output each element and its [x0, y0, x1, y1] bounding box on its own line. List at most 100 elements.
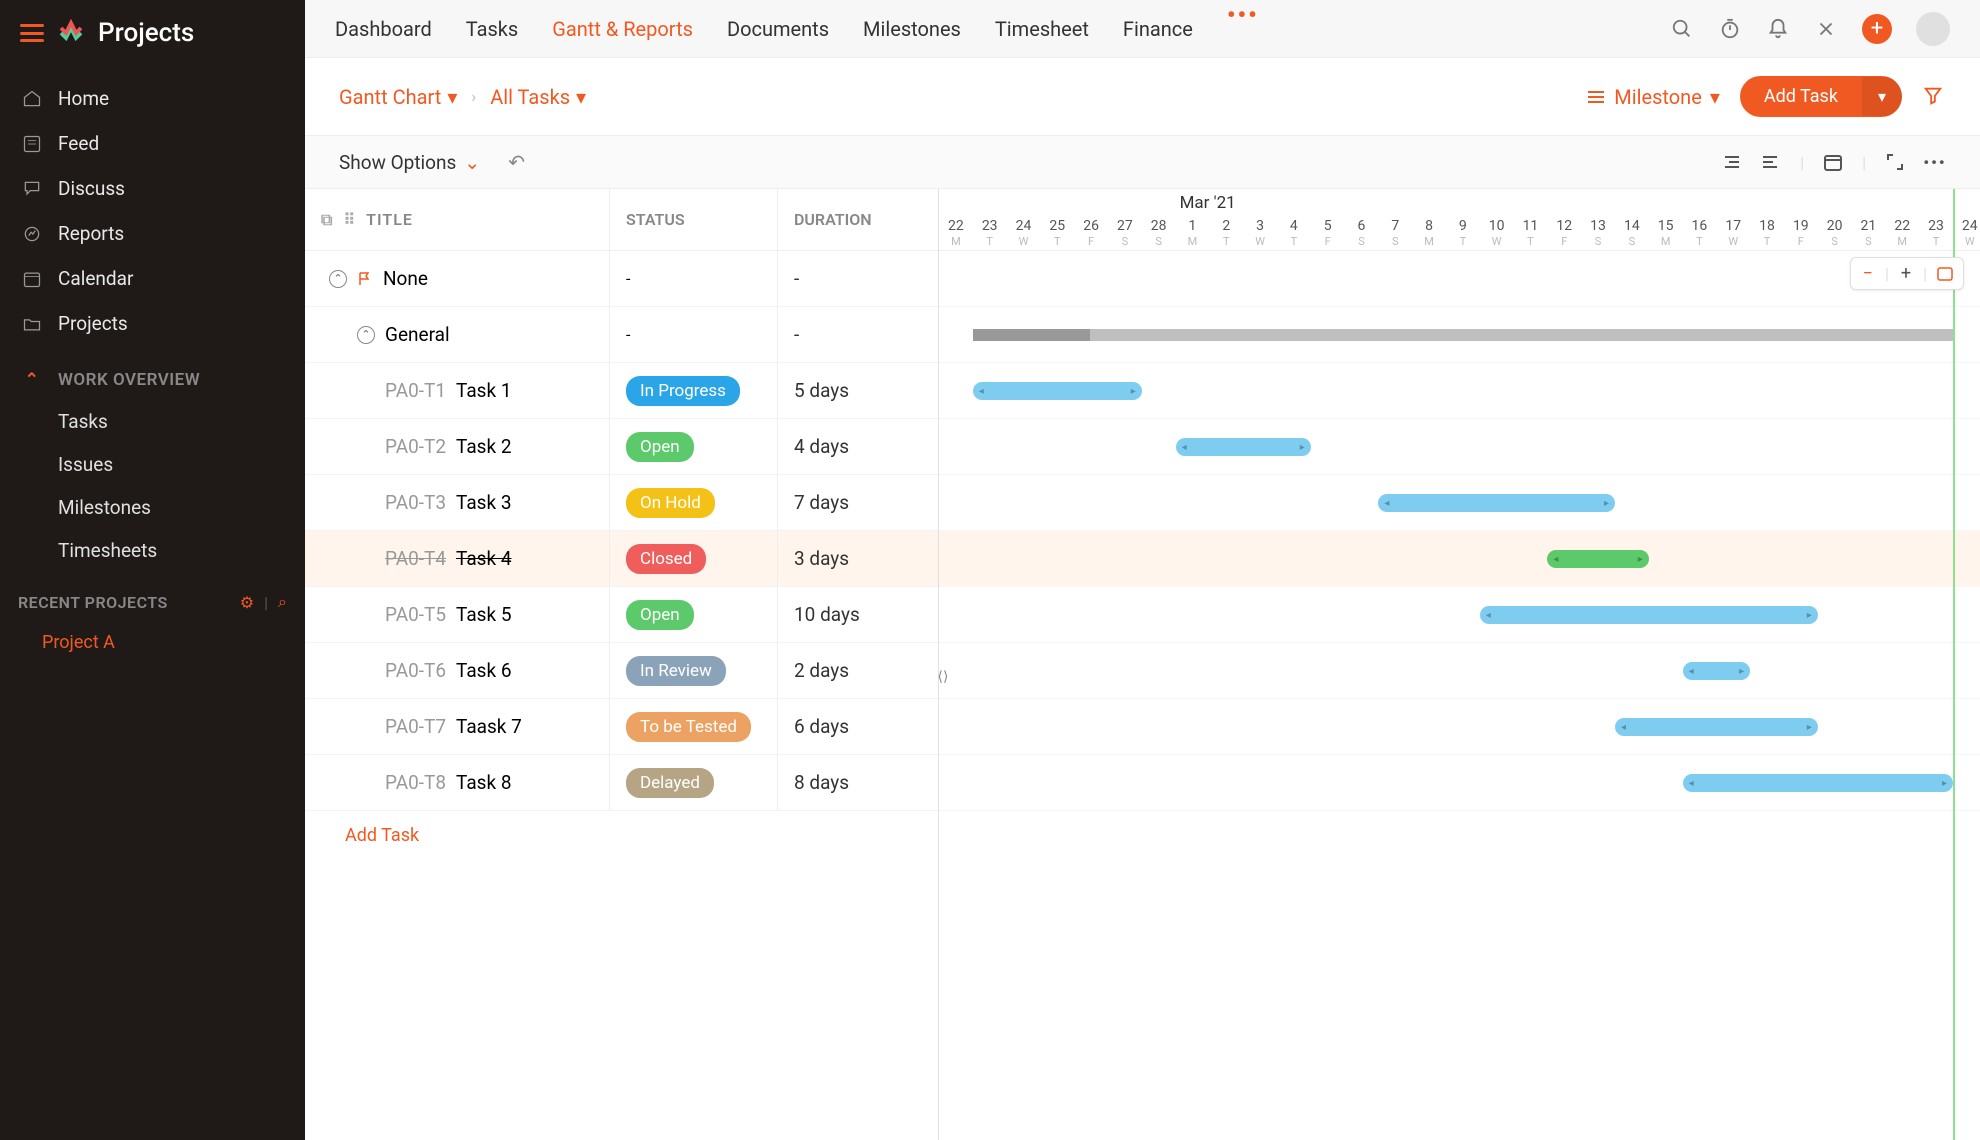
add-button[interactable]: +	[1862, 14, 1892, 44]
zoom-in-button[interactable]: +	[1889, 258, 1923, 289]
undo-icon[interactable]: ↶	[508, 150, 525, 174]
sidebar-item-home[interactable]: Home	[0, 76, 305, 121]
timeline-row: ◂▸	[939, 363, 1980, 419]
bar-handle-left[interactable]: ◂	[1486, 610, 1491, 621]
sidebar-item-feed[interactable]: Feed	[0, 121, 305, 166]
task-row[interactable]: PA0-T8 Task 8Delayed8 days	[305, 755, 938, 811]
bell-icon[interactable]	[1766, 17, 1790, 41]
tab-finance[interactable]: Finance	[1123, 1, 1193, 57]
bar-handle-left[interactable]: ◂	[1553, 554, 1558, 565]
caret-down-icon[interactable]: ▾	[1862, 77, 1902, 116]
logo-icon	[56, 18, 86, 48]
gantt-bar[interactable]: ◂▸	[1547, 550, 1648, 568]
add-task-link[interactable]: Add Task	[305, 811, 938, 860]
sidebar-item-projects[interactable]: Projects	[0, 301, 305, 346]
filter-icon[interactable]	[1922, 85, 1946, 109]
timer-icon[interactable]	[1718, 17, 1742, 41]
tab-gantt-reports[interactable]: Gantt & Reports	[552, 1, 693, 57]
search-icon[interactable]	[1670, 17, 1694, 41]
tab-milestones[interactable]: Milestones	[863, 1, 961, 57]
bar-handle-left[interactable]: ◂	[979, 386, 984, 397]
task-row[interactable]: PA0-T5 Task 5Open10 days	[305, 587, 938, 643]
task-row[interactable]: PA0-T6 Task 6In Review2 days	[305, 643, 938, 699]
sidebar-item-timesheets[interactable]: Timesheets	[0, 529, 305, 572]
tab-timesheet[interactable]: Timesheet	[995, 1, 1089, 57]
gantt-bar[interactable]: ◂▸	[1378, 494, 1615, 512]
indent-right-icon[interactable]	[1760, 151, 1782, 173]
zoom-out-button[interactable]: −	[1851, 258, 1885, 289]
hamburger-icon[interactable]	[20, 24, 44, 42]
sidebar: Projects HomeFeedDiscuss Reports Calendar P…	[0, 0, 305, 1140]
collapse-icon[interactable]: ⌃	[357, 326, 375, 344]
sidebar-item-issues[interactable]: Issues	[0, 443, 305, 486]
bar-handle-left[interactable]: ◂	[1689, 778, 1694, 789]
tabs-more[interactable]: •••	[1227, 1, 1259, 57]
timeline-body[interactable]: ◂▸◂▸◂▸◂▸◂▸◂▸◂▸◂▸	[939, 251, 1980, 811]
milestone-toggle[interactable]: Milestone ▾	[1586, 85, 1720, 109]
avatar[interactable]	[1916, 12, 1950, 46]
task-row[interactable]: PA0-T2 Task 2Open4 days	[305, 419, 938, 475]
sidebar-item-milestones[interactable]: Milestones	[0, 486, 305, 529]
sidebar-item-tasks[interactable]: Tasks	[0, 400, 305, 443]
bar-handle-right[interactable]: ▸	[1131, 386, 1136, 397]
recent-project-item[interactable]: Project A	[0, 622, 305, 663]
search-icon[interactable]: ⌕	[278, 592, 287, 612]
task-row[interactable]: PA0-T4 Task 4Closed3 days	[305, 531, 938, 587]
summary-bar[interactable]	[973, 329, 1953, 341]
bar-handle-right[interactable]: ▸	[1739, 666, 1744, 677]
status-badge: Open	[626, 600, 694, 630]
sidebar-item-discuss[interactable]: Discuss	[0, 166, 305, 211]
task-row[interactable]: PA0-T7 Taask 7To be Tested6 days	[305, 699, 938, 755]
gantt-bar[interactable]: ◂▸	[1683, 774, 1953, 792]
sidebar-nav: HomeFeedDiscuss Reports Calendar Projects	[0, 66, 305, 356]
calendar-icon	[22, 269, 42, 289]
bar-handle-left[interactable]: ◂	[1689, 666, 1694, 677]
fullscreen-icon[interactable]	[1884, 151, 1906, 173]
caret-down-icon: ▾	[1710, 85, 1720, 109]
bar-handle-left[interactable]: ◂	[1182, 442, 1187, 453]
more-icon[interactable]: •••	[1924, 151, 1946, 173]
day-cell: 14S	[1615, 215, 1649, 250]
tab-tasks[interactable]: Tasks	[466, 1, 519, 57]
tools-icon[interactable]	[1814, 17, 1838, 41]
show-options[interactable]: Show Options ⌄	[339, 151, 480, 174]
gantt-bar[interactable]: ◂▸	[1480, 606, 1818, 624]
bar-handle-right[interactable]: ▸	[1604, 498, 1609, 509]
gantt-bar[interactable]: ◂▸	[1176, 438, 1311, 456]
breadcrumb-all-tasks[interactable]: All Tasks ▾	[490, 85, 586, 109]
chevron-right-icon: ›	[471, 87, 476, 106]
gantt-bar[interactable]: ◂▸	[1615, 718, 1818, 736]
bar-handle-right[interactable]: ▸	[1942, 778, 1947, 789]
collapse-icon[interactable]: ⌃	[329, 270, 347, 288]
splitter-handle[interactable]: ⟨⟩	[935, 665, 951, 689]
gantt-bar[interactable]: ◂▸	[973, 382, 1142, 400]
settings-icon[interactable]: ⚙	[240, 593, 254, 612]
bar-handle-left[interactable]: ◂	[1384, 498, 1389, 509]
group-row-general[interactable]: ⌃ General - -	[305, 307, 938, 363]
group-row-none[interactable]: ⌃ None - -	[305, 251, 938, 307]
gantt-bar[interactable]: ◂▸	[1683, 662, 1751, 680]
sidebar-item-reports[interactable]: Reports	[0, 211, 305, 256]
bar-handle-right[interactable]: ▸	[1807, 722, 1812, 733]
tab-dashboard[interactable]: Dashboard	[335, 1, 432, 57]
work-overview-header[interactable]: ⌃ WORK OVERVIEW	[0, 356, 305, 400]
timeline-row: ◂▸	[939, 699, 1980, 755]
breadcrumb-gantt-chart[interactable]: Gantt Chart ▾	[339, 85, 457, 109]
tab-documents[interactable]: Documents	[727, 1, 829, 57]
task-row[interactable]: PA0-T3 Task 3On Hold7 days	[305, 475, 938, 531]
add-task-button[interactable]: Add Task ▾	[1740, 76, 1902, 117]
sidebar-item-label: Reports	[58, 222, 124, 245]
day-cell: 26F	[1074, 215, 1108, 250]
bar-handle-right[interactable]: ▸	[1300, 442, 1305, 453]
bar-handle-right[interactable]: ▸	[1638, 554, 1643, 565]
sidebar-item-calendar[interactable]: Calendar	[0, 256, 305, 301]
bar-handle-right[interactable]: ▸	[1807, 610, 1812, 621]
column-config-icon[interactable]: ⧉	[321, 210, 333, 230]
sidebar-item-label: Calendar	[58, 267, 133, 290]
task-row[interactable]: PA0-T1 Task 1In Progress5 days	[305, 363, 938, 419]
calendar-icon[interactable]	[1822, 151, 1844, 173]
bar-handle-left[interactable]: ◂	[1621, 722, 1626, 733]
fit-screen-button[interactable]	[1927, 262, 1963, 286]
col-title: TITLE	[366, 210, 413, 229]
indent-left-icon[interactable]	[1720, 151, 1742, 173]
